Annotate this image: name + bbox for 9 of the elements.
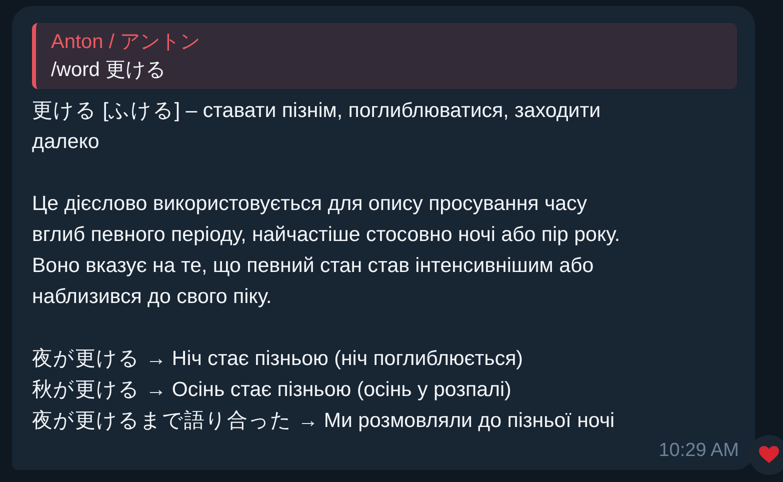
- message-time: 10:29 AM: [658, 440, 739, 461]
- message-paragraph: Це дієслово використовується для опису просування часу вглиб певного періоду, найчастіше стосовно ночі або пір року. Воно вказує на те, що певний стан став інтенсивнішим або наблизився до свого піку.: [32, 191, 622, 310]
- reply-quote[interactable]: Anton / アントン /word 更ける: [32, 23, 737, 89]
- reaction-badge[interactable]: [749, 435, 783, 475]
- message-paragraph: 夜が更ける → Ніч стає пізньою (ніч поглиблюється) 秋が更ける → Осінь стає пізньою (осінь у розпалі) 夜が更けるまで語り合った → Ми розмовляли до пізньої ночі: [32, 346, 616, 434]
- reply-text: /word 更ける: [51, 58, 166, 83]
- message-paragraph: 更ける [ふける] – ставати пізнім, поглиблюватися, заходити далеко: [32, 98, 602, 155]
- heart-icon: [759, 446, 779, 464]
- reply-author: Anton / アントン: [51, 30, 201, 55]
